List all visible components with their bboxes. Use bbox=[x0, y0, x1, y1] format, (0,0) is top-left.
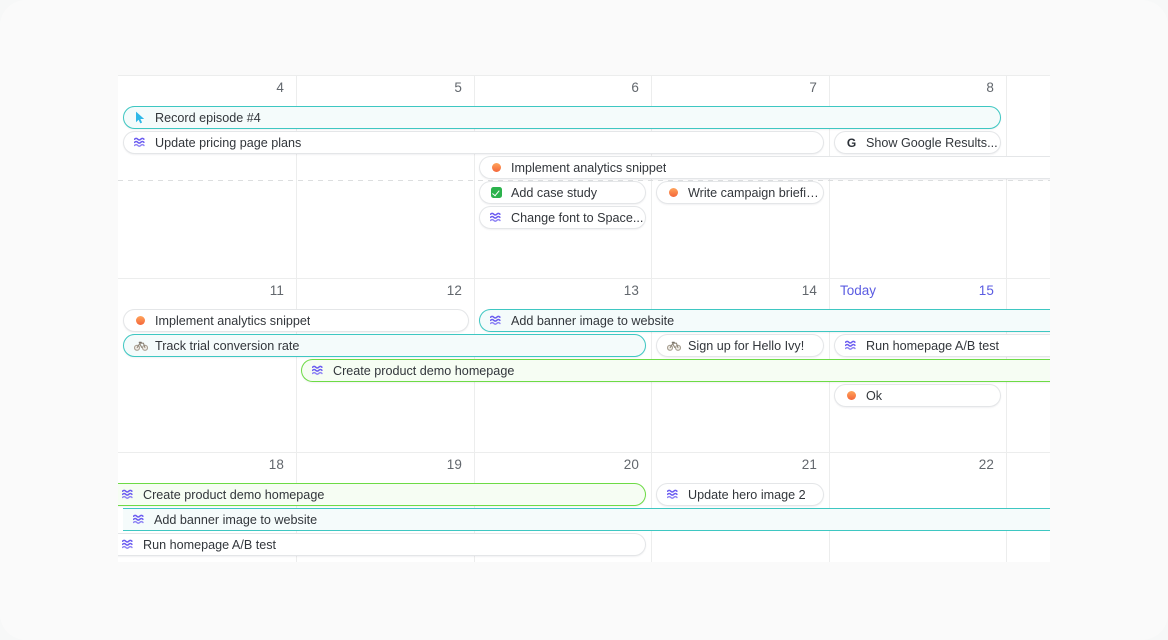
day-number[interactable]: 19 bbox=[296, 457, 462, 472]
calendar-event-chip[interactable]: Sign up for Hello Ivy! bbox=[656, 334, 824, 357]
event-title: Create product demo homepage bbox=[143, 487, 325, 502]
wave-icon bbox=[666, 487, 681, 502]
day-number[interactable]: 18 bbox=[118, 457, 284, 472]
wave-icon bbox=[489, 313, 504, 328]
calendar-event-chip[interactable]: G Show Google Results... bbox=[834, 131, 1001, 154]
cursor-icon bbox=[133, 110, 148, 125]
calendar-event-chip[interactable]: Write campaign briefin... bbox=[656, 181, 824, 204]
day-number[interactable]: 13 bbox=[474, 283, 639, 298]
wave-icon bbox=[311, 363, 326, 378]
day-number[interactable]: 20 bbox=[474, 457, 639, 472]
day-number[interactable]: 14 bbox=[651, 283, 817, 298]
day-number[interactable]: 11 bbox=[118, 283, 284, 298]
event-title: Ok bbox=[866, 388, 883, 403]
week-divider bbox=[118, 75, 1050, 76]
event-title: Implement analytics snippet bbox=[155, 313, 311, 328]
week-divider bbox=[118, 278, 1050, 279]
calendar-event-chip[interactable]: Ok bbox=[834, 384, 1001, 407]
calendar-week-row: 4 5 6 7 8 Record episode #4 Update pricing pag… bbox=[118, 75, 1050, 270]
calendar-event-chip[interactable]: Create product demo homepage bbox=[118, 483, 646, 506]
month-calendar-grid[interactable]: 4 5 6 7 8 Record episode #4 Update pricing pag… bbox=[118, 75, 1050, 562]
bike-icon bbox=[133, 338, 148, 353]
event-title: Sign up for Hello Ivy! bbox=[688, 338, 805, 353]
calendar-week-row: 18 19 20 21 22 Create product demo homepage Up… bbox=[118, 452, 1050, 562]
event-title: Update pricing page plans bbox=[155, 135, 302, 150]
event-title: Add banner image to website bbox=[154, 512, 318, 527]
calendar-event-chip[interactable]: Run homepage A/B test bbox=[834, 334, 1050, 357]
day-number[interactable]: 8 bbox=[829, 80, 994, 95]
event-title: Track trial conversion rate bbox=[155, 338, 300, 353]
calendar-event-chip[interactable]: Add banner image to website bbox=[123, 508, 1050, 531]
event-title: Implement analytics snippet bbox=[511, 160, 667, 175]
week-divider bbox=[118, 452, 1050, 453]
wave-icon bbox=[133, 135, 148, 150]
calendar-event-chip[interactable]: Update hero image 2 bbox=[656, 483, 824, 506]
wave-icon bbox=[121, 487, 136, 502]
event-continuation-dash bbox=[118, 180, 1050, 181]
checkbox-icon bbox=[489, 185, 504, 200]
orange-dot-icon bbox=[666, 185, 681, 200]
calendar-event-chip[interactable]: Implement analytics snippet bbox=[479, 156, 1050, 179]
calendar-event-chip[interactable]: Run homepage A/B test bbox=[118, 533, 646, 556]
google-icon: G bbox=[846, 135, 857, 150]
event-title: Run homepage A/B test bbox=[143, 537, 277, 552]
calendar-event-chip[interactable]: Change font to Space... bbox=[479, 206, 646, 229]
day-number[interactable]: 21 bbox=[651, 457, 817, 472]
day-number[interactable]: 4 bbox=[118, 80, 284, 95]
event-title: Add banner image to website bbox=[511, 313, 675, 328]
app-root: 4 5 6 7 8 Record episode #4 Update pricing pag… bbox=[0, 0, 1168, 640]
event-title: Run homepage A/B test bbox=[866, 338, 1000, 353]
today-label: Today bbox=[840, 283, 877, 298]
calendar-event-chip[interactable]: Record episode #4 bbox=[123, 106, 1001, 129]
event-title: Change font to Space... bbox=[511, 210, 644, 225]
day-number[interactable]: 22 bbox=[829, 457, 994, 472]
orange-dot-icon bbox=[489, 160, 504, 175]
day-number[interactable]: 7 bbox=[651, 80, 817, 95]
wave-icon bbox=[489, 210, 504, 225]
event-title: Add case study bbox=[511, 185, 598, 200]
wave-icon bbox=[132, 512, 147, 527]
day-number[interactable]: 12 bbox=[296, 283, 462, 298]
wave-icon bbox=[121, 537, 136, 552]
day-number[interactable]: 6 bbox=[474, 80, 639, 95]
calendar-event-chip[interactable]: Update pricing page plans bbox=[123, 131, 824, 154]
calendar-event-chip[interactable]: Track trial conversion rate bbox=[123, 334, 646, 357]
event-title: Create product demo homepage bbox=[333, 363, 515, 378]
event-title: Record episode #4 bbox=[155, 110, 261, 125]
calendar-event-chip[interactable]: Implement analytics snippet bbox=[123, 309, 469, 332]
orange-dot-icon bbox=[133, 313, 148, 328]
event-title: Show Google Results... bbox=[866, 135, 998, 150]
event-title: Write campaign briefin... bbox=[688, 185, 823, 200]
wave-icon bbox=[844, 338, 859, 353]
event-title: Update hero image 2 bbox=[688, 487, 806, 502]
calendar-week-row: 11 12 13 14 15 Today Implement analytics snipp… bbox=[118, 278, 1050, 473]
day-number[interactable]: 5 bbox=[296, 80, 462, 95]
calendar-event-chip[interactable]: Add banner image to website bbox=[479, 309, 1050, 332]
calendar-event-chip[interactable]: Add case study bbox=[479, 181, 646, 204]
calendar-event-chip[interactable]: Create product demo homepage bbox=[301, 359, 1050, 382]
orange-dot-icon bbox=[844, 388, 859, 403]
bike-icon bbox=[666, 338, 681, 353]
